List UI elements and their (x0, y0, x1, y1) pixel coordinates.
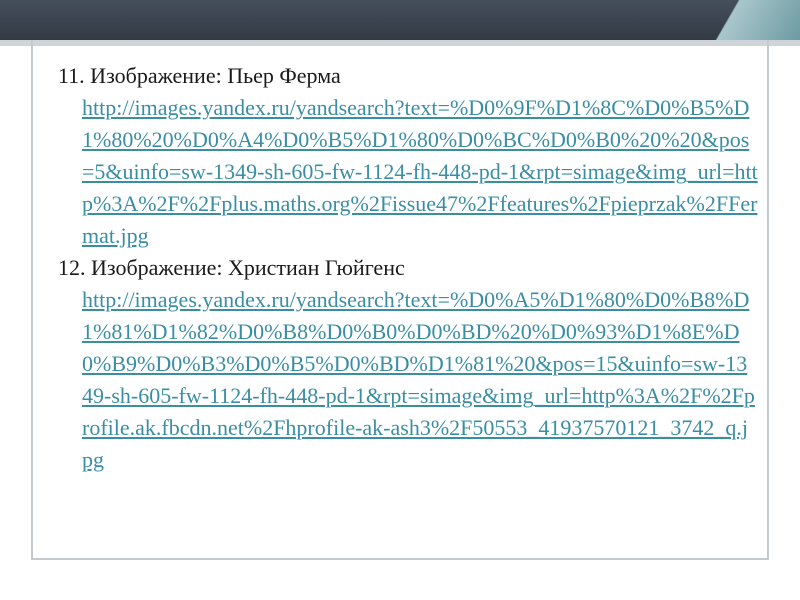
entry-title: 12. Изображение: Христиан Гюйгенс (58, 255, 405, 280)
entry-title: 11. Изображение: Пьер Ферма (58, 63, 341, 88)
right-frame-rule (767, 40, 769, 560)
title-bar (0, 0, 800, 40)
image-source-link[interactable]: http://images.yandex.ru/yandsearch?text=… (82, 92, 758, 252)
list-item: 12. Изображение: Христиан Гюйгенс http:/… (58, 252, 758, 476)
slide-content: 11. Изображение: Пьер Ферма http://image… (58, 60, 758, 476)
list-item: 11. Изображение: Пьер Ферма http://image… (58, 60, 758, 252)
bottom-frame-rule (31, 558, 769, 560)
left-frame-rule (31, 40, 33, 560)
image-source-link[interactable]: http://images.yandex.ru/yandsearch?text=… (82, 284, 758, 476)
title-bar-underline (0, 40, 800, 46)
title-bar-accent (660, 0, 800, 40)
